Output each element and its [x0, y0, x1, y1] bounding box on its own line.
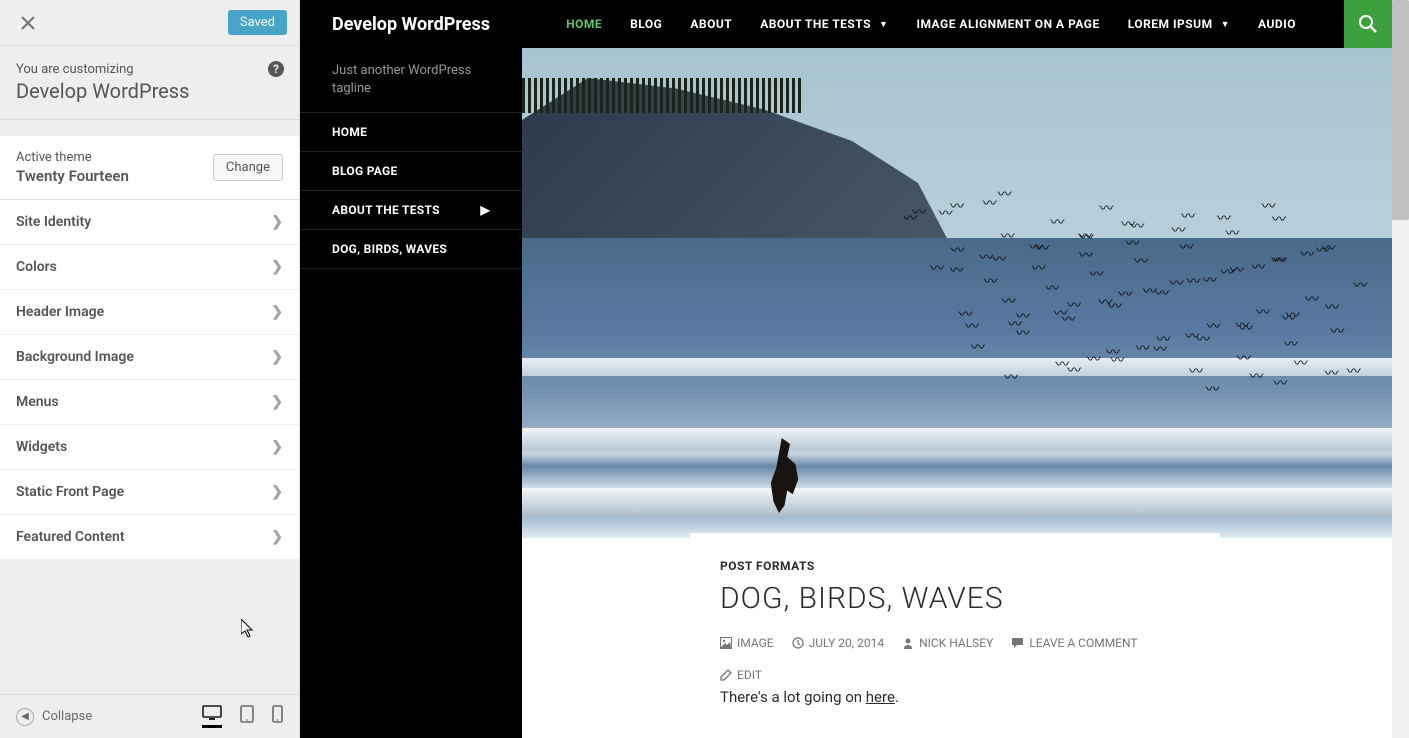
site-title[interactable]: Develop WordPress [300, 14, 522, 35]
customizer-header: Saved [0, 0, 299, 46]
topnav-lorem-ipsum[interactable]: LOREM IPSUM ▼ [1128, 17, 1230, 31]
chevron-right-icon: ❯ [271, 349, 283, 365]
topnav-about[interactable]: ABOUT [690, 17, 732, 31]
customizer-info: You are customizing Develop WordPress ? [0, 46, 299, 120]
topnav-image-alignment-on-a-page[interactable]: IMAGE ALIGNMENT ON A PAGE [916, 17, 1099, 31]
topnav-blog[interactable]: BLOG [630, 17, 662, 31]
customizer-panel: Saved You are customizing Develop WordPr… [0, 0, 300, 738]
post-format-link[interactable]: IMAGE [720, 636, 774, 650]
site-sidebar: Just another WordPress tagline HOMEBLOG … [300, 48, 522, 738]
help-icon[interactable]: ? [267, 60, 285, 78]
sidenav-dog-birds-waves[interactable]: DOG, BIRDS, WAVES [300, 230, 522, 269]
chevron-right-icon: ▶ [480, 203, 490, 217]
section-menus[interactable]: Menus❯ [0, 380, 299, 425]
post-header-card: POST FORMATS DOG, BIRDS, WAVES IMAGE JUL… [690, 533, 1220, 702]
customizing-site-title: Develop WordPress [16, 79, 283, 103]
active-theme-row: Active theme Twenty Fourteen Change [0, 136, 299, 200]
close-customizer-button[interactable] [12, 7, 44, 39]
chevron-right-icon: ❯ [271, 259, 283, 275]
device-tablet-button[interactable] [240, 705, 254, 728]
post-date-link[interactable]: JULY 20, 2014 [792, 636, 884, 650]
active-theme-label: Active theme [16, 150, 129, 165]
post-meta: IMAGE JULY 20, 2014 NICK HALSEY LEAVE A … [720, 636, 1190, 682]
preview-scrollbar[interactable] [1392, 0, 1409, 738]
device-preview-buttons [202, 705, 283, 728]
chevron-right-icon: ❯ [271, 439, 283, 455]
chevron-right-icon: ❯ [271, 394, 283, 410]
topnav-home[interactable]: HOME [566, 17, 602, 31]
change-theme-button[interactable]: Change [213, 154, 283, 181]
collapse-icon: ◀ [16, 708, 34, 726]
site-tagline: Just another WordPress tagline [300, 48, 522, 113]
section-site-identity[interactable]: Site Identity❯ [0, 200, 299, 245]
topnav-about-the-tests[interactable]: ABOUT THE TESTS ▼ [760, 17, 888, 31]
section-static-front-page[interactable]: Static Front Page❯ [0, 470, 299, 515]
post-body-link[interactable]: here [866, 688, 895, 706]
side-nav: HOMEBLOG PAGEABOUT THE TESTS▶DOG, BIRDS,… [300, 113, 522, 269]
top-nav: HOME BLOG ABOUT ABOUT THE TESTS ▼ IMAGE ALIG… [522, 0, 1392, 48]
post-title[interactable]: DOG, BIRDS, WAVES [720, 581, 1190, 616]
section-header-image[interactable]: Header Image❯ [0, 290, 299, 335]
site-preview: Develop WordPress HOME BLOG ABOUT ABOUT THE… [300, 0, 1392, 738]
chevron-right-icon: ❯ [271, 484, 283, 500]
post-edit-link[interactable]: EDIT [720, 668, 762, 682]
site-content: 〰〰〰〰〰〰〰〰〰〰〰〰〰〰〰〰〰〰〰〰〰〰〰〰〰〰〰〰〰〰〰〰〰〰〰〰〰〰〰〰… [522, 48, 1392, 738]
post-category[interactable]: POST FORMATS [720, 559, 1190, 573]
chevron-right-icon: ❯ [271, 214, 283, 230]
search-button[interactable] [1344, 0, 1392, 48]
customizer-footer: ◀ Collapse [0, 694, 299, 738]
post-text: There's a lot going on here. [720, 688, 1190, 706]
collapse-label: Collapse [42, 709, 92, 724]
customizing-label: You are customizing [16, 62, 283, 77]
chevron-right-icon: ❯ [271, 304, 283, 320]
chevron-right-icon: ❯ [271, 529, 283, 545]
device-desktop-button[interactable] [202, 705, 222, 728]
chevron-down-icon: ▼ [1221, 19, 1230, 30]
topnav-audio[interactable]: AUDIO [1258, 17, 1296, 31]
post-comments-link[interactable]: LEAVE A COMMENT [1011, 636, 1137, 650]
sidenav-about-the-tests[interactable]: ABOUT THE TESTS▶ [300, 191, 522, 230]
svg-text:?: ? [273, 62, 279, 76]
search-icon [1358, 14, 1378, 34]
site-topbar: Develop WordPress HOME BLOG ABOUT ABOUT THE… [300, 0, 1392, 48]
preview-scrollbar-thumb[interactable] [1392, 0, 1409, 220]
device-mobile-button[interactable] [272, 705, 283, 728]
sidenav-home[interactable]: HOME [300, 113, 522, 152]
section-colors[interactable]: Colors❯ [0, 245, 299, 290]
site-body: Just another WordPress tagline HOMEBLOG … [300, 48, 1392, 738]
post-body: There's a lot going on here. [690, 688, 1220, 706]
section-background-image[interactable]: Background Image❯ [0, 335, 299, 380]
preview-pane: Develop WordPress HOME BLOG ABOUT ABOUT THE… [300, 0, 1409, 738]
saved-button[interactable]: Saved [228, 10, 287, 35]
section-widgets[interactable]: Widgets❯ [0, 425, 299, 470]
post-author-link[interactable]: NICK HALSEY [902, 636, 993, 650]
section-featured-content[interactable]: Featured Content❯ [0, 515, 299, 560]
featured-image: 〰〰〰〰〰〰〰〰〰〰〰〰〰〰〰〰〰〰〰〰〰〰〰〰〰〰〰〰〰〰〰〰〰〰〰〰〰〰〰〰… [522, 48, 1392, 538]
collapse-button[interactable]: ◀ Collapse [16, 708, 92, 726]
sidenav-blog-page[interactable]: BLOG PAGE [300, 152, 522, 191]
active-theme-name: Twenty Fourteen [16, 167, 129, 185]
customizer-sections: Site Identity❯Colors❯Header Image❯Backgr… [0, 200, 299, 694]
chevron-down-icon: ▼ [879, 19, 888, 30]
